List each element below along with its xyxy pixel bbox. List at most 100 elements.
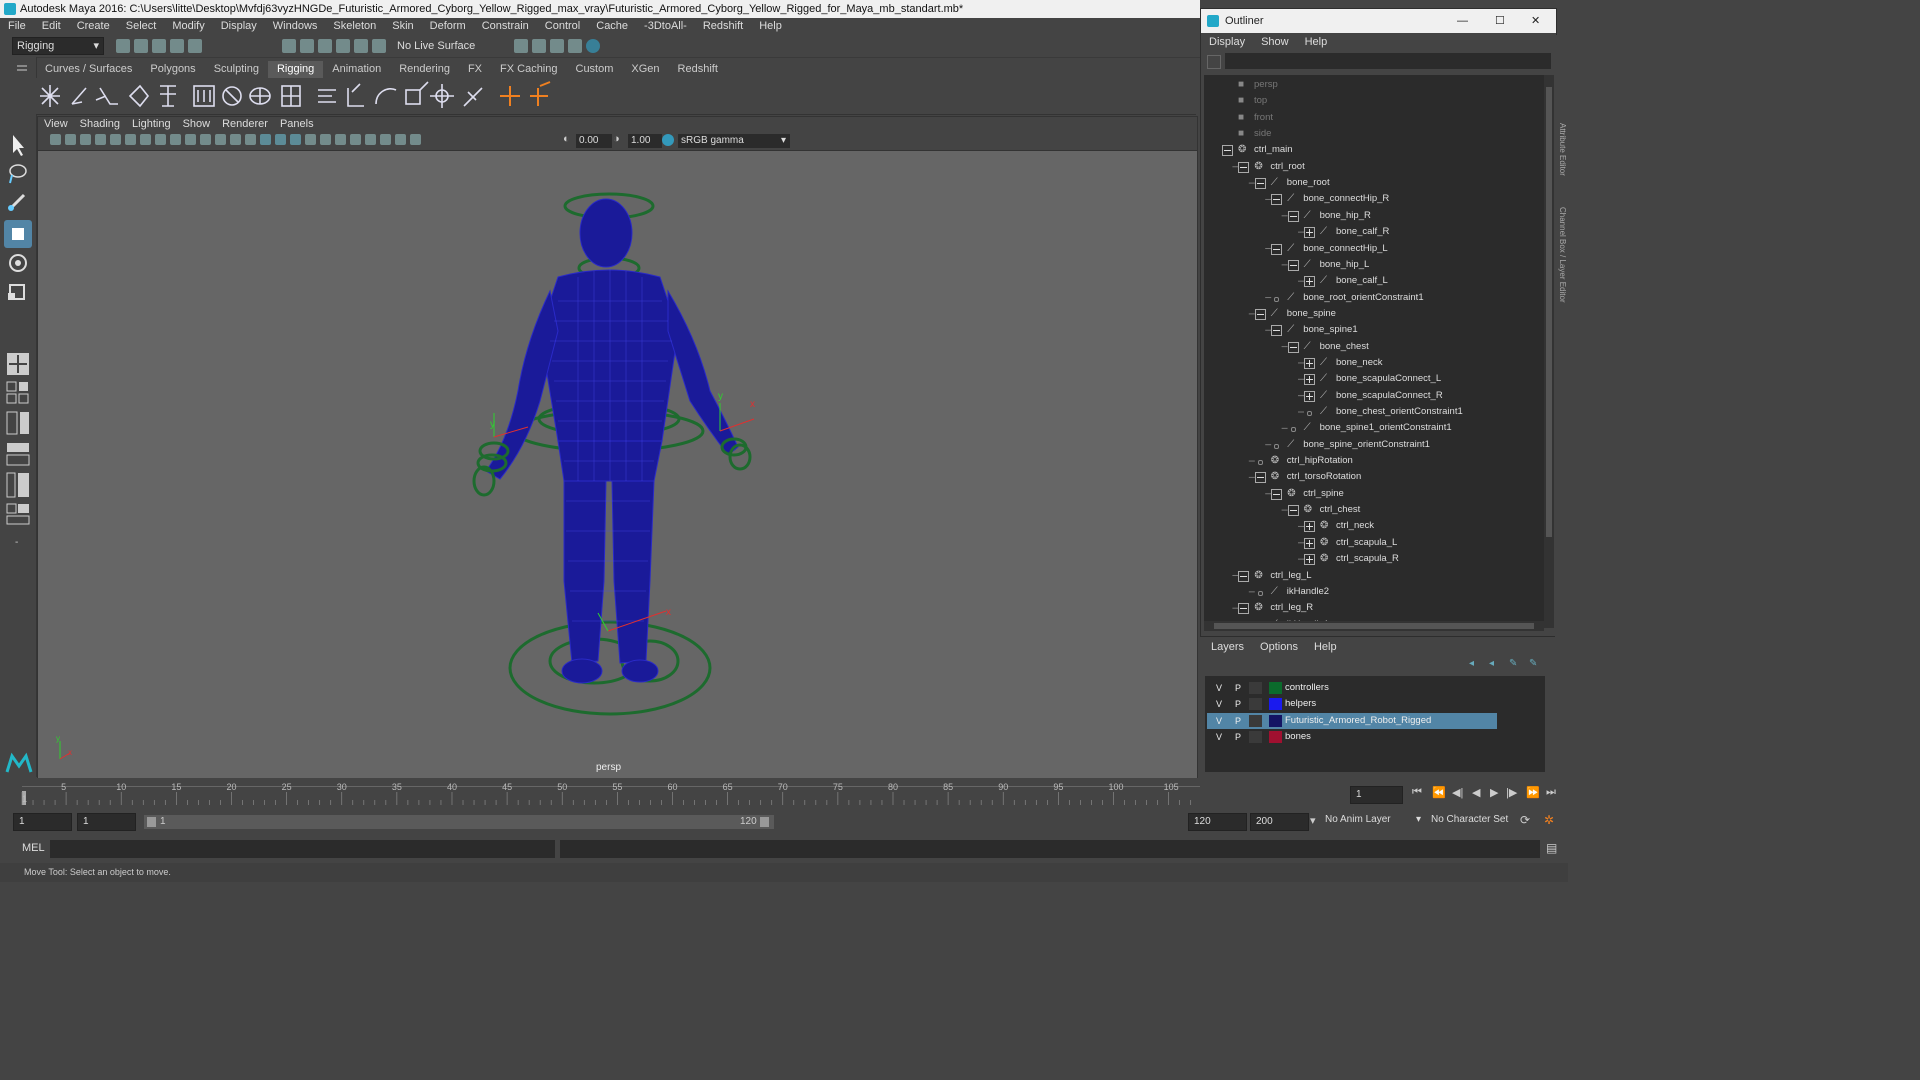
ipr-render-icon[interactable]: [550, 39, 564, 53]
expand-icon[interactable]: [1304, 276, 1315, 288]
cyborg-mesh-wireframe[interactable]: [485, 198, 739, 684]
shelf-tab[interactable]: Polygons: [141, 61, 204, 78]
outliner-item[interactable]: ⟋ ikHandle2: [1204, 584, 1544, 600]
layer-color-swatch[interactable]: [1269, 682, 1282, 694]
paint-weights-icon[interactable]: [281, 85, 301, 107]
play-forwards-icon[interactable]: ▶: [1490, 786, 1498, 799]
move-layer-up-icon[interactable]: ◂: [1469, 658, 1474, 669]
expand-icon[interactable]: [1304, 521, 1315, 533]
auto-key-icon[interactable]: ⟳: [1520, 813, 1530, 827]
outliner-item[interactable]: ⟋ bone_hip_L: [1204, 257, 1544, 273]
ambient-occlusion-icon[interactable]: [335, 134, 346, 145]
paint-select-icon[interactable]: [8, 193, 26, 211]
outliner-vscrollbar[interactable]: [1544, 75, 1554, 628]
menu-item[interactable]: Windows: [265, 18, 326, 35]
outliner-item[interactable]: ⟋ bone_spine1_orientConstraint1: [1204, 420, 1544, 436]
layer-row[interactable]: V Phelpers: [1207, 696, 1497, 712]
outliner-item[interactable]: ⟋ bone_calf_L: [1204, 273, 1544, 289]
outliner-filter-icon[interactable]: [1207, 55, 1221, 69]
outliner-item[interactable]: ⟋ bone_root_orientConstraint1: [1204, 290, 1544, 306]
outliner-tree[interactable]: ■ persp ■ top ■ front ■ side ❂ ctrl_main ❂ ctrl_roo…: [1204, 75, 1544, 628]
camera-select-icon[interactable]: [50, 134, 61, 145]
expand-icon[interactable]: [1304, 357, 1315, 369]
menu-item[interactable]: Modify: [164, 18, 212, 35]
point-constraint-icon[interactable]: [347, 83, 364, 107]
undo-icon[interactable]: [170, 39, 184, 53]
layer-color-swatch[interactable]: [1269, 714, 1282, 727]
new-empty-layer-icon[interactable]: ✎: [1509, 658, 1517, 669]
bookmark-icon[interactable]: [80, 134, 91, 145]
collapse-icon[interactable]: [1287, 341, 1299, 353]
shelf-tab[interactable]: Curves / Surfaces: [36, 61, 141, 78]
locator-icon[interactable]: [500, 86, 520, 106]
outliner-item[interactable]: ⟋ bone_hip_R: [1204, 208, 1544, 224]
shelf-tab[interactable]: Custom: [567, 61, 623, 78]
channel-box-tab[interactable]: Channel Box / Layer Editor: [1555, 207, 1567, 327]
outliner-item[interactable]: ⟋ bone_chest: [1204, 339, 1544, 355]
expand-icon[interactable]: [1304, 227, 1315, 239]
outliner-hscrollbar[interactable]: [1204, 621, 1544, 631]
shelf-tab[interactable]: Animation: [323, 61, 390, 78]
layer-display-type[interactable]: [1249, 731, 1262, 744]
script-editor-icon[interactable]: ▤: [1546, 841, 1557, 855]
layout-stacked-icon[interactable]: [6, 443, 30, 466]
current-frame-field[interactable]: 1: [1350, 786, 1403, 804]
select-component-icon[interactable]: [318, 39, 332, 53]
layout-two-icon[interactable]: [6, 411, 29, 435]
outliner-item[interactable]: ❂ ctrl_chest: [1204, 502, 1544, 518]
outliner-item[interactable]: ⟋ bone_spine: [1204, 306, 1544, 322]
expand-icon[interactable]: [1304, 390, 1315, 402]
layout-outliner-icon[interactable]: [6, 472, 29, 498]
ik-handle-icon[interactable]: [193, 85, 215, 107]
camera-lock-icon[interactable]: [65, 134, 76, 145]
layout-four-icon[interactable]: [6, 381, 29, 404]
redo-icon[interactable]: [188, 39, 202, 53]
bind-skin-icon[interactable]: [222, 86, 242, 106]
outliner-item[interactable]: ■ top: [1204, 93, 1544, 109]
menu-item[interactable]: Control: [537, 18, 588, 35]
time-slider[interactable]: 1 5 10 15 20 25 30 35 40 45 50 55 60 65 70 75 80 85 90 95 10…: [0, 778, 1346, 808]
start-time-field[interactable]: 1: [13, 813, 72, 831]
character-set-dropdown[interactable]: No Character Set: [1431, 814, 1517, 825]
open-scene-icon[interactable]: [134, 39, 148, 53]
layer-visibility-toggle[interactable]: V: [1212, 696, 1226, 712]
render-settings-icon[interactable]: [568, 39, 582, 53]
create-joint-icon[interactable]: [40, 85, 60, 107]
collapse-icon[interactable]: [1271, 325, 1283, 337]
layer-visibility-toggle[interactable]: V: [1212, 680, 1226, 696]
grease-pencil-icon[interactable]: [125, 134, 136, 145]
snap-point-icon[interactable]: [372, 39, 386, 53]
new-scene-icon[interactable]: [116, 39, 130, 53]
layer-menu-item[interactable]: Help: [1306, 638, 1345, 656]
orient-joint-icon[interactable]: [128, 84, 150, 108]
layout-quad-icon[interactable]: [7, 353, 29, 375]
outliner-item[interactable]: ⟋ bone_connectHip_L: [1204, 241, 1544, 257]
viewport-menu-item[interactable]: Shading: [74, 117, 126, 132]
shelf-menu-icon[interactable]: [14, 62, 32, 76]
viewport-menu-item[interactable]: Lighting: [126, 117, 177, 132]
menuset-dropdown[interactable]: Rigging ▾: [12, 37, 104, 55]
outliner-menu-item[interactable]: Display: [1201, 33, 1253, 51]
shadows-icon[interactable]: [320, 134, 331, 145]
layer-color-swatch[interactable]: [1269, 698, 1282, 711]
outliner-item[interactable]: ⟋ bone_connectHip_R: [1204, 191, 1544, 207]
shelf-tab[interactable]: FX Caching: [491, 61, 566, 78]
render-view-icon[interactable]: [514, 39, 528, 53]
outliner-item[interactable]: ■ front: [1204, 110, 1544, 126]
layer-playback-toggle[interactable]: P: [1231, 713, 1245, 729]
menu-item[interactable]: File: [0, 18, 34, 35]
layer-row[interactable]: V P Futuristic_Armored_Robot_Rigged: [1207, 712, 1497, 729]
layer-display-type[interactable]: [1249, 714, 1262, 727]
safe-action-icon[interactable]: [215, 134, 226, 145]
play-backwards-icon[interactable]: ◀: [1472, 786, 1480, 799]
lights-icon[interactable]: [305, 134, 316, 145]
layer-display-type[interactable]: [1249, 698, 1262, 711]
lasso-tool-icon[interactable]: [9, 164, 27, 184]
live-surface-label[interactable]: No Live Surface: [397, 40, 475, 52]
maximize-icon[interactable]: ☐: [1495, 9, 1505, 33]
rotate-tool-icon[interactable]: [9, 254, 27, 272]
layer-menu-item[interactable]: Layers: [1203, 638, 1252, 656]
go-to-end-icon[interactable]: ⏭: [1546, 786, 1556, 799]
layer-visibility-toggle[interactable]: V: [1212, 713, 1226, 729]
layer-row[interactable]: V Pbones: [1207, 729, 1497, 745]
